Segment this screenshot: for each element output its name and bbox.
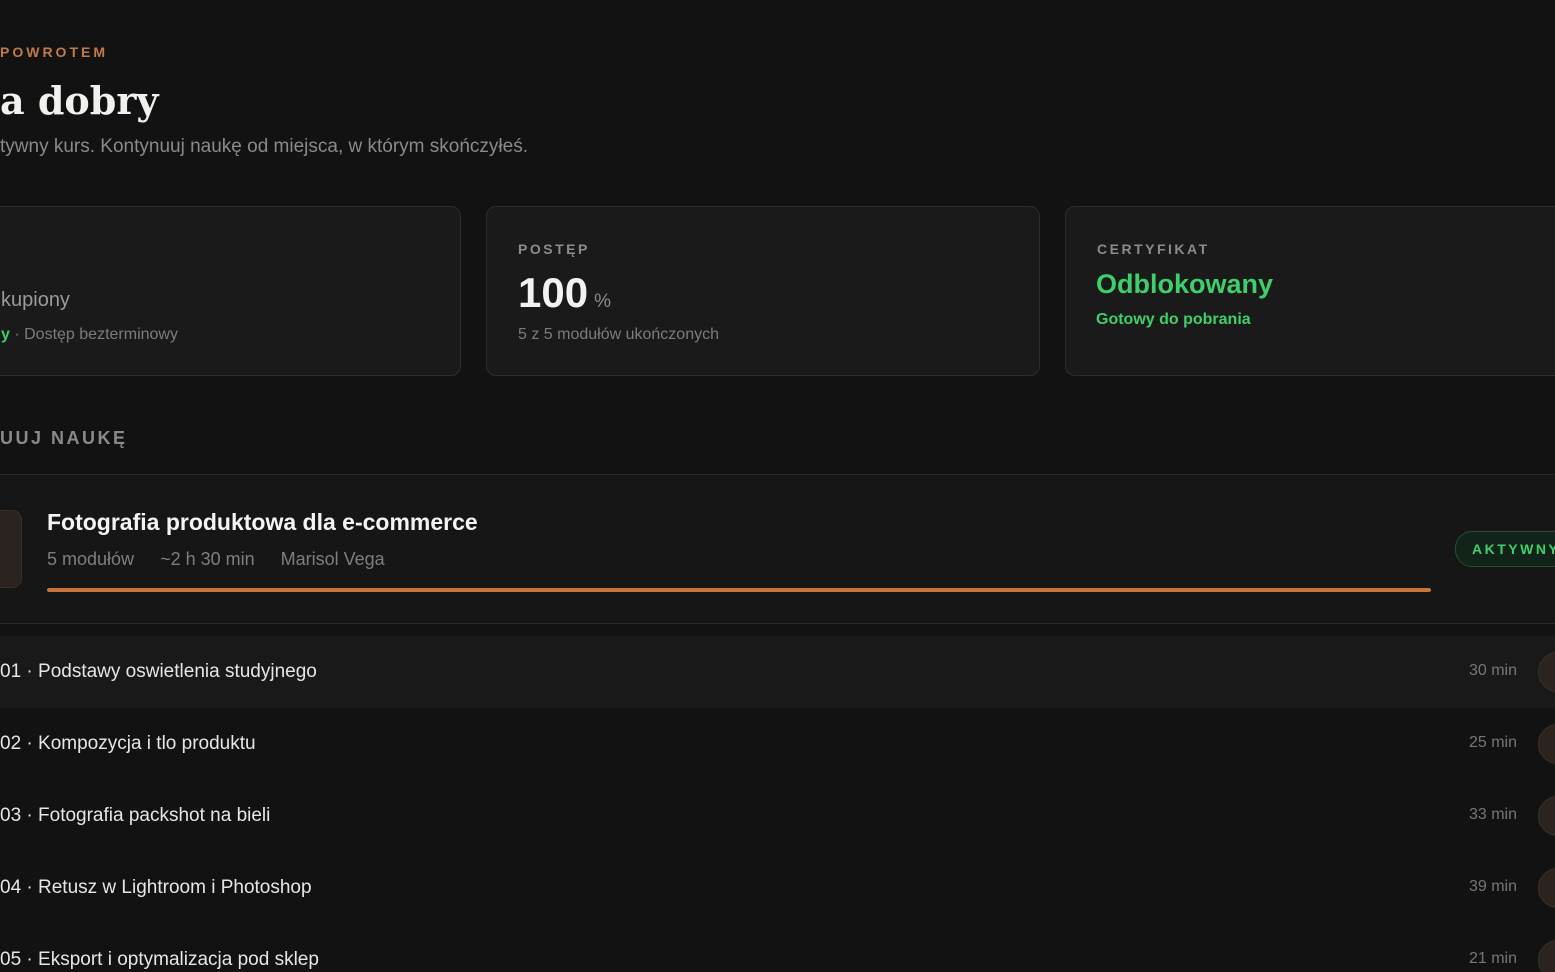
course-instructor: Marisol Vega [280, 549, 385, 569]
certificate-card[interactable]: CERTYFIKAT Odblokowany Gotowy do pobrani… [1065, 206, 1555, 376]
module-label: 03 · Fotografia packshot na bieli [0, 805, 271, 826]
module-duration: 33 min [1468, 806, 1517, 823]
page: POWROTEM a dobry tywny kurs. Kontynuuj n… [0, 0, 1555, 972]
purchase-status: y · Dostęp bezterminowy [1, 326, 178, 344]
progress-sub: 5 z 5 modułów ukończonych [518, 326, 719, 343]
module-duration: 25 min [1468, 734, 1517, 751]
progress-unit: % [594, 291, 611, 312]
module-play-button[interactable] [1538, 868, 1555, 908]
module-play-button[interactable] [1538, 796, 1555, 836]
module-play-button[interactable] [1538, 940, 1555, 972]
back-link[interactable]: POWROTEM [0, 44, 108, 60]
module-duration: 30 min [1468, 662, 1517, 679]
purchase-status-text: · Dostęp bezterminowy [9, 326, 178, 343]
module-label: 05 · Eksport i optymalizacja pod sklep [0, 949, 319, 970]
module-row[interactable]: 02 · Kompozycja i tlo produktu 25 min [0, 708, 1555, 780]
module-play-button[interactable] [1538, 724, 1555, 764]
module-row[interactable]: 01 · Podstawy oswietlenia studyjnego 30 m… [0, 636, 1555, 708]
progress-value: 100% [518, 269, 611, 317]
module-label: 04 · Retusz w Lightroom i Photoshop [0, 877, 312, 898]
purchase-value: kupiony [1, 289, 70, 311]
status-badge: AKTYWNY [1455, 531, 1555, 567]
page-subtitle: tywny kurs. Kontynuuj naukę od miejsca, … [0, 136, 528, 157]
progress-card: POSTĘP 100% 5 z 5 modułów ukończonych [486, 206, 1040, 376]
course-title[interactable]: Fotografia produktowa dla e-commerce [47, 509, 478, 536]
module-duration: 39 min [1468, 878, 1517, 895]
course-card[interactable]: Fotografia produktowa dla e-commerce 5 m… [0, 474, 1555, 624]
module-label: 01 · Podstawy oswietlenia studyjnego [0, 661, 317, 682]
course-progress-bar [47, 588, 1431, 592]
module-label: 02 · Kompozycja i tlo produktu [0, 733, 256, 754]
page-title: a dobry [0, 78, 159, 123]
course-duration: ~2 h 30 min [160, 549, 255, 569]
module-list: 01 · Podstawy oswietlenia studyjnego 30 m… [0, 636, 1555, 972]
module-row[interactable]: 03 · Fotografia packshot na bieli 33 min [0, 780, 1555, 852]
module-duration: 21 min [1468, 950, 1517, 967]
course-meta: 5 modułów ~2 h 30 min Marisol Vega [47, 549, 406, 570]
certificate-status: Odblokowany [1096, 269, 1274, 299]
progress-label: POSTĘP [518, 241, 590, 257]
section-title: UUJ NAUKĘ [0, 428, 128, 448]
course-thumbnail [0, 510, 22, 588]
certificate-label: CERTYFIKAT [1097, 241, 1210, 257]
certificate-download[interactable]: Gotowy do pobrania [1096, 311, 1251, 329]
module-play-button[interactable] [1538, 652, 1555, 692]
module-row[interactable]: 05 · Eksport i optymalizacja pod sklep 21… [0, 924, 1555, 972]
module-row[interactable]: 04 · Retusz w Lightroom i Photoshop 39 mi… [0, 852, 1555, 924]
purchase-status-highlight: y [1, 326, 10, 343]
purchase-card: kupiony y · Dostęp bezterminowy [0, 206, 461, 376]
course-progress-fill [47, 588, 1431, 592]
course-modules-count: 5 modułów [47, 549, 135, 569]
progress-number: 100 [518, 269, 589, 316]
